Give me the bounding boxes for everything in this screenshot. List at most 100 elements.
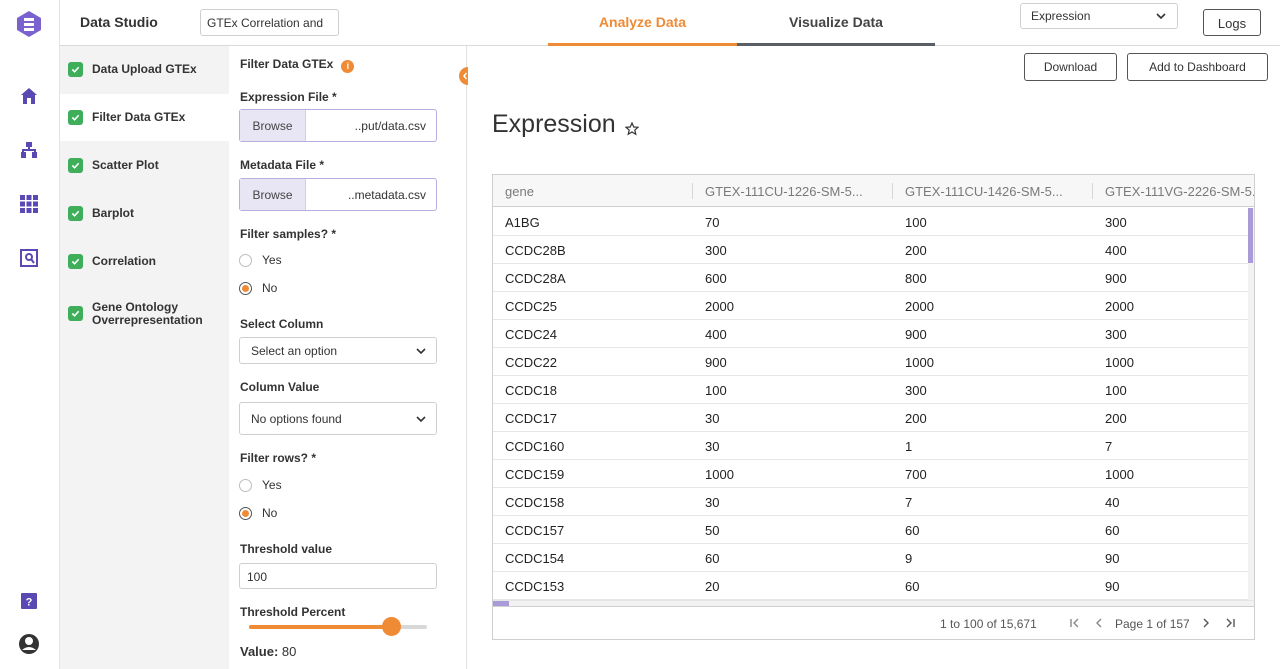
expression-cell[interactable]: 1000	[893, 348, 946, 376]
table-row[interactable]: CCDC159 1000 700 1000	[493, 460, 1248, 488]
download-button[interactable]: Download	[1024, 53, 1117, 81]
expression-cell[interactable]: 30	[693, 488, 731, 516]
gene-cell[interactable]: CCDC159	[493, 460, 576, 488]
table-row[interactable]: CCDC24 400 900 300	[493, 320, 1248, 348]
expression-cell[interactable]: 90	[1093, 572, 1131, 600]
table-row[interactable]: CCDC17 30 200 200	[493, 404, 1248, 432]
table-row[interactable]: CCDC25 2000 2000 2000	[493, 292, 1248, 320]
workflow-icon[interactable]	[18, 139, 40, 161]
table-row[interactable]: CCDC160 30 1 7	[493, 432, 1248, 460]
logs-button[interactable]: Logs	[1203, 9, 1261, 36]
expression-file-input[interactable]: Browse ..put/data.csv	[239, 109, 437, 142]
add-to-dashboard-button[interactable]: Add to Dashboard	[1127, 53, 1268, 81]
view-select[interactable]: Expression	[1020, 3, 1178, 29]
table-row[interactable]: CCDC158 30 7 40	[493, 488, 1248, 516]
gene-cell[interactable]: CCDC28B	[493, 236, 578, 264]
table-row[interactable]: CCDC157 50 60 60	[493, 516, 1248, 544]
gene-cell[interactable]: CCDC18	[493, 376, 569, 404]
table-row[interactable]: CCDC28B 300 200 400	[493, 236, 1248, 264]
logo-icon[interactable]	[16, 10, 42, 38]
table-row[interactable]: CCDC22 900 1000 1000	[493, 348, 1248, 376]
expression-cell[interactable]: 2000	[893, 292, 946, 320]
expression-cell[interactable]: 900	[1093, 264, 1139, 292]
info-icon[interactable]: i	[341, 60, 355, 73]
vertical-scrollbar[interactable]	[1248, 208, 1254, 600]
expression-cell[interactable]: 1000	[1093, 460, 1146, 488]
expression-cell[interactable]: 7	[1093, 432, 1124, 460]
gene-cell[interactable]: A1BG	[493, 208, 552, 236]
expression-cell[interactable]: 400	[693, 320, 739, 348]
expression-cell[interactable]: 50	[693, 516, 731, 544]
scrollbar-thumb[interactable]	[1248, 208, 1253, 263]
filter-samples-no-radio[interactable]: No	[239, 281, 277, 295]
tab-analyze-data[interactable]: Analyze Data	[548, 0, 737, 46]
table-row[interactable]: A1BG 70 100 300	[493, 208, 1248, 236]
filter-rows-no-radio[interactable]: No	[239, 506, 277, 520]
tab-visualize-data[interactable]: Visualize Data	[737, 0, 935, 46]
expression-cell[interactable]: 2000	[1093, 292, 1146, 320]
table-row[interactable]: CCDC28A 600 800 900	[493, 264, 1248, 292]
expression-cell[interactable]: 600	[693, 264, 739, 292]
metadata-browse-button[interactable]: Browse	[240, 179, 306, 210]
expression-cell[interactable]: 300	[1093, 320, 1139, 348]
next-page-icon[interactable]	[1200, 617, 1212, 629]
expression-cell[interactable]: 700	[893, 460, 939, 488]
user-icon[interactable]	[18, 633, 40, 655]
expression-cell[interactable]: 100	[1093, 376, 1139, 404]
gene-cell[interactable]: CCDC28A	[493, 264, 578, 292]
column-header-sample-1[interactable]: GTEX-111CU-1226-SM-5...	[693, 175, 892, 207]
expression-cell[interactable]: 2000	[693, 292, 746, 320]
column-value-dropdown[interactable]: No options found	[239, 402, 437, 435]
apps-grid-icon[interactable]	[18, 193, 40, 215]
filter-rows-yes-radio[interactable]: Yes	[239, 478, 282, 492]
expression-cell[interactable]: 90	[1093, 544, 1131, 572]
table-row[interactable]: CCDC18 100 300 100	[493, 376, 1248, 404]
expression-cell[interactable]: 1000	[1093, 348, 1146, 376]
first-page-icon[interactable]	[1069, 617, 1081, 629]
select-column-dropdown[interactable]: Select an option	[239, 337, 437, 364]
expression-cell[interactable]: 60	[693, 544, 731, 572]
gene-cell[interactable]: CCDC154	[493, 544, 576, 572]
search-data-icon[interactable]	[18, 247, 40, 269]
gene-cell[interactable]: CCDC160	[493, 432, 576, 460]
expression-cell[interactable]: 200	[893, 404, 939, 432]
gene-cell[interactable]: CCDC153	[493, 572, 576, 600]
expression-cell[interactable]: 30	[693, 404, 731, 432]
expression-cell[interactable]: 60	[893, 572, 931, 600]
project-name-field[interactable]: GTEx Correlation and	[200, 9, 339, 36]
expression-cell[interactable]: 70	[693, 208, 731, 236]
expression-cell[interactable]: 1	[893, 432, 924, 460]
expression-cell[interactable]: 300	[893, 376, 939, 404]
column-header-gene[interactable]: gene	[493, 175, 692, 207]
threshold-value-input[interactable]: 100	[239, 563, 437, 589]
expression-cell[interactable]: 60	[893, 516, 931, 544]
expression-cell[interactable]: 100	[893, 208, 939, 236]
previous-page-icon[interactable]	[1093, 617, 1105, 629]
table-row[interactable]: CCDC153 20 60 90	[493, 572, 1248, 600]
expression-cell[interactable]: 300	[693, 236, 739, 264]
expression-cell[interactable]: 300	[1093, 208, 1139, 236]
help-icon[interactable]: ?	[18, 590, 40, 612]
expression-cell[interactable]: 9	[893, 544, 924, 572]
filter-samples-yes-radio[interactable]: Yes	[239, 253, 282, 267]
expression-cell[interactable]: 60	[1093, 516, 1131, 544]
expression-cell[interactable]: 200	[893, 236, 939, 264]
step-correlation[interactable]: Correlation	[60, 238, 229, 285]
column-header-sample-3[interactable]: GTEX-111VG-2226-SM-5...	[1093, 175, 1254, 207]
expression-cell[interactable]: 30	[693, 432, 731, 460]
step-gene-ontology[interactable]: Gene Ontology Overrepresentation	[60, 290, 229, 337]
star-icon[interactable]	[625, 122, 639, 136]
slider-handle[interactable]	[382, 617, 402, 636]
last-page-icon[interactable]	[1224, 617, 1236, 629]
step-data-upload[interactable]: Data Upload GTEx	[60, 46, 229, 93]
step-filter-data[interactable]: Filter Data GTEx	[60, 94, 229, 141]
expression-cell[interactable]: 100	[693, 376, 739, 404]
expression-cell[interactable]: 200	[1093, 404, 1139, 432]
step-barplot[interactable]: Barplot	[60, 190, 229, 237]
gene-cell[interactable]: CCDC17	[493, 404, 569, 432]
column-header-sample-2[interactable]: GTEX-111CU-1426-SM-5...	[893, 175, 1092, 207]
expression-cell[interactable]: 7	[893, 488, 924, 516]
gene-cell[interactable]: CCDC22	[493, 348, 569, 376]
gene-cell[interactable]: CCDC25	[493, 292, 569, 320]
metadata-file-input[interactable]: Browse ..metadata.csv	[239, 178, 437, 211]
